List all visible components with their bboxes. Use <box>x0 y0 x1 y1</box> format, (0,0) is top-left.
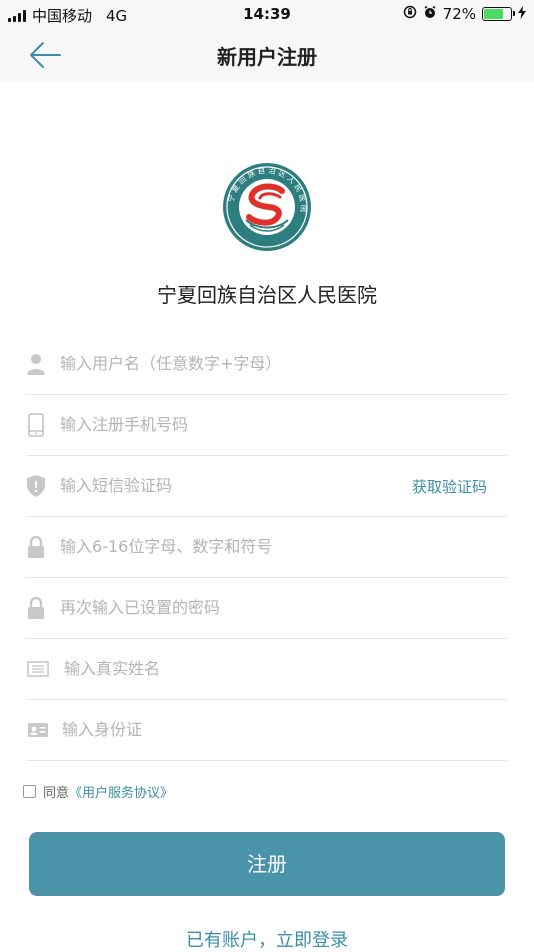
user-icon <box>26 352 46 376</box>
id-card-input[interactable] <box>62 714 422 744</box>
name-card-icon <box>26 657 50 681</box>
hospital-logo: 宁夏回族自治区人民医院 <box>222 162 312 252</box>
status-bar: 中国移动 4G 14:39 72% <box>0 0 534 28</box>
shield-icon <box>26 474 46 498</box>
sms-code-input[interactable] <box>60 470 360 500</box>
battery-icon <box>482 7 515 21</box>
phone-row <box>26 395 507 456</box>
phone-icon <box>26 413 46 437</box>
get-code-button[interactable]: 获取验证码 <box>412 476 487 497</box>
status-bar-right: 72% <box>403 5 526 23</box>
user-agreement-link[interactable]: 《用户服务协议》 <box>69 782 173 801</box>
nav-bar: 新用户注册 <box>0 28 534 82</box>
agreement-row: 同意 《用户服务协议》 <box>23 782 173 801</box>
lock-icon <box>26 596 46 620</box>
username-input[interactable] <box>60 348 420 378</box>
password-input[interactable] <box>60 531 420 561</box>
agreement-prefix: 同意 <box>43 786 70 801</box>
sms-code-row: 获取验证码 <box>26 456 507 517</box>
page-title: 新用户注册 <box>217 45 317 69</box>
battery-percent: 72% <box>442 5 476 23</box>
id-card-icon <box>26 718 50 742</box>
lock-icon <box>26 535 46 559</box>
real-name-input[interactable] <box>64 653 424 683</box>
rotation-lock-icon <box>403 5 417 23</box>
username-row <box>26 334 507 395</box>
confirm-password-row <box>26 578 507 639</box>
battery-fill <box>484 9 503 19</box>
phone-input[interactable] <box>60 409 420 439</box>
real-name-row <box>26 639 507 700</box>
id-card-row <box>26 700 507 761</box>
charging-icon <box>518 5 526 23</box>
register-button[interactable]: 注册 <box>29 832 505 896</box>
agreement-checkbox[interactable] <box>23 785 36 798</box>
login-link[interactable]: 已有账户，立即登录 <box>0 926 534 952</box>
alarm-icon <box>423 5 437 23</box>
confirm-password-input[interactable] <box>60 592 420 622</box>
hospital-name: 宁夏回族自治区人民医院 <box>157 283 377 307</box>
password-row <box>26 517 507 578</box>
